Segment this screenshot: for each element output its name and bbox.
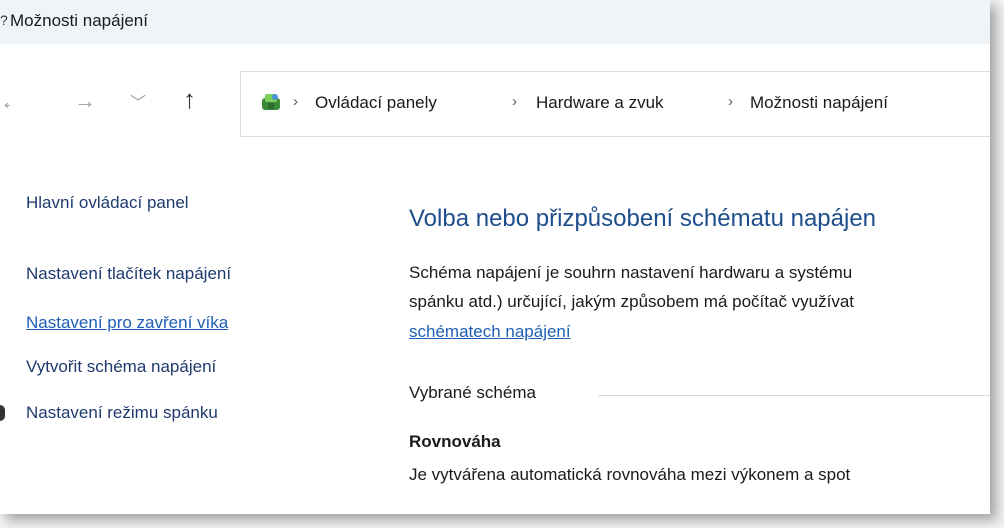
recent-locations-chevron-icon[interactable]: ﹀	[130, 93, 146, 115]
forward-arrow-icon[interactable]: →	[74, 90, 96, 112]
power-options-icon: ?	[0, 13, 8, 27]
up-arrow-icon[interactable]: ↑	[183, 86, 196, 112]
description-line-1: Schéma napájení je souhrn nastavení hard…	[409, 263, 853, 282]
sidebar-item-create-plan[interactable]: Vytvořit schéma napájení	[26, 357, 216, 377]
control-panel-window: ? Možnosti napájení ← → ﹀ ↑ › Ovládací p…	[0, 0, 990, 514]
back-arrow-icon[interactable]: ←	[0, 91, 10, 113]
control-panel-icon	[262, 94, 280, 110]
breadcrumb-control-panel[interactable]: Ovládací panely	[315, 93, 437, 113]
breadcrumb-power-options[interactable]: Možnosti napájení	[750, 93, 888, 113]
title-bar: ? Možnosti napájení	[0, 0, 990, 44]
power-plans-link[interactable]: schématech napájení	[409, 322, 571, 342]
plan-description: Je vytvářena automatická rovnováha mezi …	[409, 465, 851, 484]
sidebar-item-lid-close[interactable]: Nastavení pro zavření víka	[26, 313, 228, 333]
sidebar-item-sleep-settings[interactable]: Nastavení režimu spánku	[26, 403, 218, 423]
breadcrumb-hardware-and-sound[interactable]: Hardware a zvuk	[536, 93, 664, 113]
address-bar[interactable]: › Ovládací panely › Hardware a zvuk › Mo…	[240, 71, 990, 137]
plan-name[interactable]: Rovnováha	[409, 432, 501, 452]
selected-plan-label: Vybrané schéma	[409, 383, 536, 402]
breadcrumb-separator[interactable]: ›	[293, 93, 298, 110]
breadcrumb-separator[interactable]: ›	[728, 93, 733, 110]
description-line-2: spánku atd.) určující, jakým způsobem má…	[409, 292, 855, 311]
group-divider	[598, 395, 990, 396]
shield-icon	[0, 405, 5, 421]
window-title: Možnosti napájení	[10, 11, 148, 30]
sidebar-item-control-panel-home[interactable]: Hlavní ovládací panel	[26, 193, 189, 213]
sidebar-item-power-buttons[interactable]: Nastavení tlačítek napájení	[26, 264, 231, 284]
page-title: Volba nebo přizpůsobení schématu napájen	[409, 205, 877, 232]
breadcrumb-separator[interactable]: ›	[512, 93, 517, 110]
